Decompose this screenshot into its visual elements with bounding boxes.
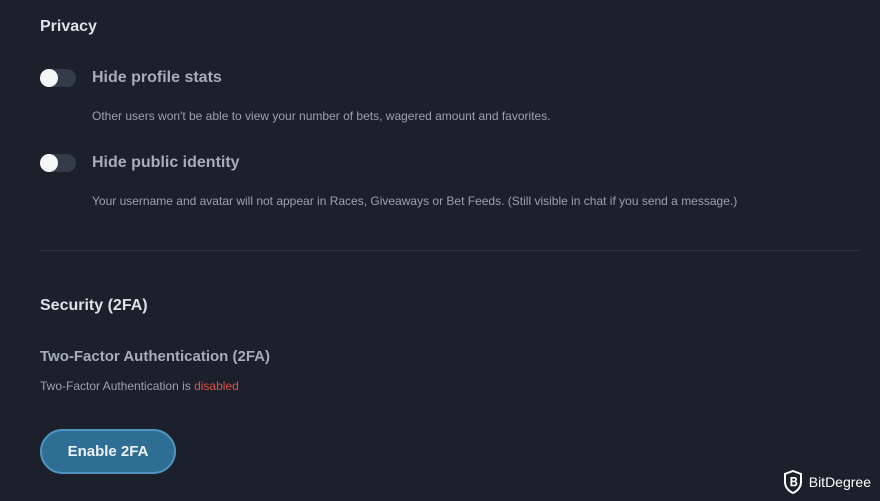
hide-profile-stats-description: Other users won't be able to view your n…	[92, 109, 551, 123]
twofa-status-text: Two-Factor Authentication is disabled	[40, 379, 239, 393]
hide-public-identity-description: Your username and avatar will not appear…	[92, 194, 738, 208]
twofa-status-prefix: Two-Factor Authentication is	[40, 379, 195, 393]
hide-profile-stats-row: Hide profile stats	[40, 67, 222, 89]
toggle-knob	[40, 154, 58, 172]
enable-2fa-button[interactable]: Enable 2FA	[40, 429, 176, 474]
hide-public-identity-toggle[interactable]	[40, 154, 76, 172]
hide-profile-stats-label: Hide profile stats	[92, 69, 222, 86]
bitdegree-shield-icon	[783, 470, 802, 494]
bitdegree-wordmark: BitDegree	[808, 474, 871, 490]
toggle-knob	[40, 69, 58, 87]
hide-profile-stats-toggle[interactable]	[40, 69, 76, 87]
privacy-section-title: Privacy	[40, 18, 97, 35]
security-section-title: Security (2FA)	[40, 297, 148, 314]
twofa-heading: Two-Factor Authentication (2FA)	[40, 348, 270, 365]
bitdegree-watermark: BitDegree	[783, 470, 871, 494]
section-divider	[40, 250, 860, 251]
hide-public-identity-label: Hide public identity	[92, 154, 240, 171]
twofa-status-value: disabled	[194, 379, 239, 393]
hide-public-identity-row: Hide public identity	[40, 152, 240, 174]
